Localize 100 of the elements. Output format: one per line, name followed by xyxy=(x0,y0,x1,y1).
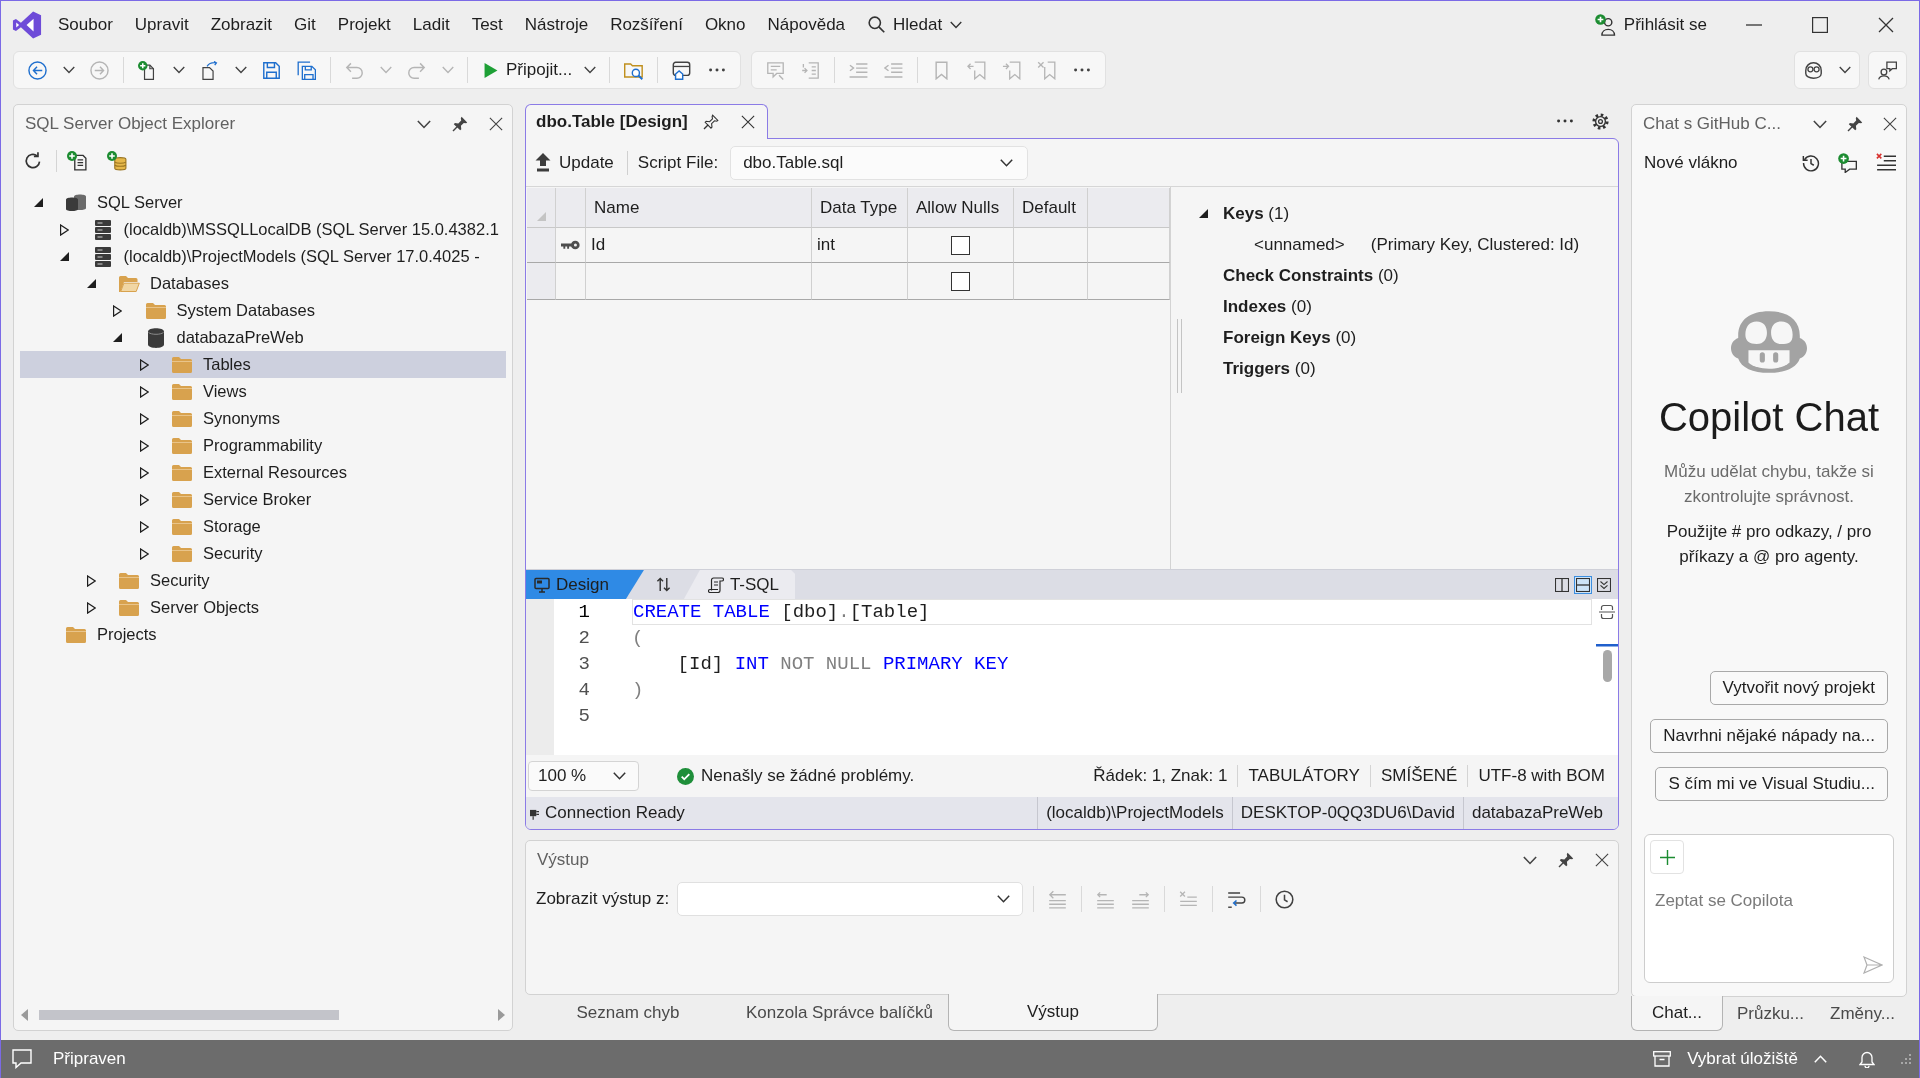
bell-icon[interactable] xyxy=(1859,1050,1875,1068)
split-horizontal-icon[interactable] xyxy=(1574,575,1592,594)
window-house-icon[interactable] xyxy=(672,60,692,80)
menu-item[interactable]: Ladit xyxy=(401,13,461,36)
collapsed-triangle-icon[interactable] xyxy=(139,493,149,506)
menu-item[interactable]: Okno xyxy=(693,13,757,36)
split-handle-icon[interactable] xyxy=(1599,604,1615,620)
tree-item[interactable]: External Resources xyxy=(20,459,506,486)
menu-item[interactable]: Zobrazit xyxy=(199,13,284,36)
menu-item[interactable]: Git xyxy=(283,13,327,36)
tree-item[interactable]: Views xyxy=(20,378,506,405)
panel-tab[interactable]: Změny... xyxy=(1818,997,1907,1031)
collapsed-triangle-icon[interactable] xyxy=(139,385,149,398)
script-file-dropdown[interactable]: dbo.Table.sql xyxy=(730,145,1029,180)
editor-status-item[interactable]: UTF-8 with BOM xyxy=(1467,765,1615,787)
tree-item[interactable]: Synonyms xyxy=(20,405,506,432)
table-cell[interactable]: Id xyxy=(586,228,812,263)
close-icon[interactable] xyxy=(1883,117,1897,131)
ellipsis-icon[interactable] xyxy=(1073,68,1090,72)
checkbox[interactable] xyxy=(951,235,970,255)
goggles-face-icon[interactable] xyxy=(1804,60,1823,80)
close-icon[interactable] xyxy=(740,115,755,129)
collapsed-triangle-icon[interactable] xyxy=(139,466,149,479)
collapse-pane-icon[interactable] xyxy=(1595,575,1613,594)
property-group[interactable]: Check Constraints (0) xyxy=(1223,264,1399,287)
tree-item[interactable]: Tables xyxy=(20,351,506,378)
pin-icon[interactable] xyxy=(702,114,719,130)
menu-item[interactable]: Nástroje xyxy=(513,13,600,36)
horizontal-scrollbar[interactable] xyxy=(20,1008,506,1022)
split-vertical-icon[interactable] xyxy=(1553,575,1571,594)
menu-item[interactable]: Upravit xyxy=(123,13,200,36)
table-cell[interactable] xyxy=(586,263,812,300)
page-plus-icon[interactable] xyxy=(138,60,157,80)
collapsed-triangle-icon[interactable] xyxy=(139,358,149,371)
collapsed-triangle-icon[interactable] xyxy=(60,223,69,236)
table-cell[interactable] xyxy=(1014,228,1088,263)
swap-arrows-icon[interactable] xyxy=(656,577,672,592)
splitter-grip[interactable] xyxy=(1177,319,1182,393)
list-cross-icon[interactable] xyxy=(1876,153,1896,173)
pin-icon[interactable] xyxy=(1558,852,1574,868)
expanded-triangle-icon[interactable] xyxy=(33,198,43,207)
folder-magnifier-icon[interactable] xyxy=(624,60,644,80)
tree-item[interactable]: Programmability xyxy=(20,432,506,459)
collapsed-triangle-icon[interactable] xyxy=(113,304,122,317)
gear-icon[interactable] xyxy=(1592,112,1609,130)
expanded-triangle-icon[interactable] xyxy=(86,279,96,288)
panel-tab[interactable]: Konzola Správce balíčků xyxy=(731,995,948,1031)
caret-down-icon[interactable] xyxy=(1523,855,1537,865)
panel-tab[interactable]: Průzku... xyxy=(1723,997,1818,1031)
menu-item[interactable]: Rozšíření xyxy=(599,13,694,36)
tree-item[interactable]: SQL Server xyxy=(20,189,506,216)
expanded-triangle-icon[interactable] xyxy=(60,252,69,261)
property-group[interactable]: Triggers (0) xyxy=(1223,357,1316,380)
panel-tab[interactable]: Seznam chyb xyxy=(525,995,731,1031)
expanded-triangle-icon[interactable] xyxy=(1199,209,1208,218)
vertical-scrollbar[interactable] xyxy=(1596,644,1618,682)
expanded-triangle-icon[interactable] xyxy=(113,333,122,342)
chat-input-box[interactable]: Zeptat se Copilota xyxy=(1644,834,1894,983)
property-group[interactable]: Foreign Keys (0) xyxy=(1223,326,1357,349)
close-icon[interactable] xyxy=(489,117,503,131)
tree-item[interactable]: (localdb)\ProjectModels (SQL Server 17.0.4025 - xyxy=(20,243,506,270)
caret-down-icon[interactable] xyxy=(62,66,75,74)
caret-down-icon[interactable] xyxy=(172,66,185,74)
history-clock-icon[interactable] xyxy=(1802,154,1820,172)
menu-item[interactable]: Nápověda xyxy=(756,13,857,36)
table-cell[interactable]: int xyxy=(812,228,908,263)
property-group[interactable]: Keys (1) xyxy=(1223,202,1290,225)
sign-in-button[interactable]: Přihlásit se xyxy=(1594,13,1707,36)
caret-down-icon[interactable] xyxy=(417,119,431,129)
clock-icon[interactable] xyxy=(1275,889,1295,909)
collapsed-triangle-icon[interactable] xyxy=(139,520,149,533)
tree-item[interactable]: Databases xyxy=(20,270,506,297)
database-plus-icon[interactable] xyxy=(107,151,127,171)
ellipsis-icon[interactable] xyxy=(708,68,725,72)
caret-down-icon[interactable] xyxy=(234,66,247,74)
view-tab[interactable]: T-SQL xyxy=(683,570,796,599)
document-tab[interactable]: dbo.Table [Design] xyxy=(525,104,768,139)
pin-icon[interactable] xyxy=(1847,116,1863,132)
suggestion-button[interactable]: Navrhni nějaké nápady na... xyxy=(1650,719,1888,753)
page-arrow-icon[interactable] xyxy=(200,60,219,80)
panel-tab[interactable]: Výstup xyxy=(948,994,1158,1031)
view-tab[interactable]: Design xyxy=(526,570,644,599)
wrap-arrow-icon[interactable] xyxy=(1227,889,1247,909)
collapsed-triangle-icon[interactable] xyxy=(139,439,149,452)
tree-item[interactable]: Projects xyxy=(20,621,506,648)
editor-status-item[interactable]: SMÍŠENÉ xyxy=(1369,765,1468,787)
search-button[interactable]: Hledat xyxy=(868,13,963,36)
repository-button[interactable]: Vybrat úložiště xyxy=(1653,1048,1827,1070)
page-plus-icon[interactable] xyxy=(67,151,87,171)
editor-status-item[interactable]: Řádek: 1, Znak: 1 xyxy=(1083,765,1238,787)
add-context-button[interactable] xyxy=(1650,840,1684,874)
chat-input-field[interactable]: Zeptat se Copilota xyxy=(1650,874,1883,956)
ellipsis-icon[interactable] xyxy=(1557,119,1573,123)
pin-icon[interactable] xyxy=(452,116,468,132)
speech-bubble-plus-icon[interactable] xyxy=(1838,153,1858,173)
table-cell[interactable] xyxy=(1014,263,1088,300)
editor-status-item[interactable]: TABULÁTORY xyxy=(1237,765,1370,787)
key-name[interactable]: <unnamed> xyxy=(1254,233,1345,256)
collapsed-triangle-icon[interactable] xyxy=(86,601,96,614)
tree-item[interactable]: Security xyxy=(20,540,506,567)
